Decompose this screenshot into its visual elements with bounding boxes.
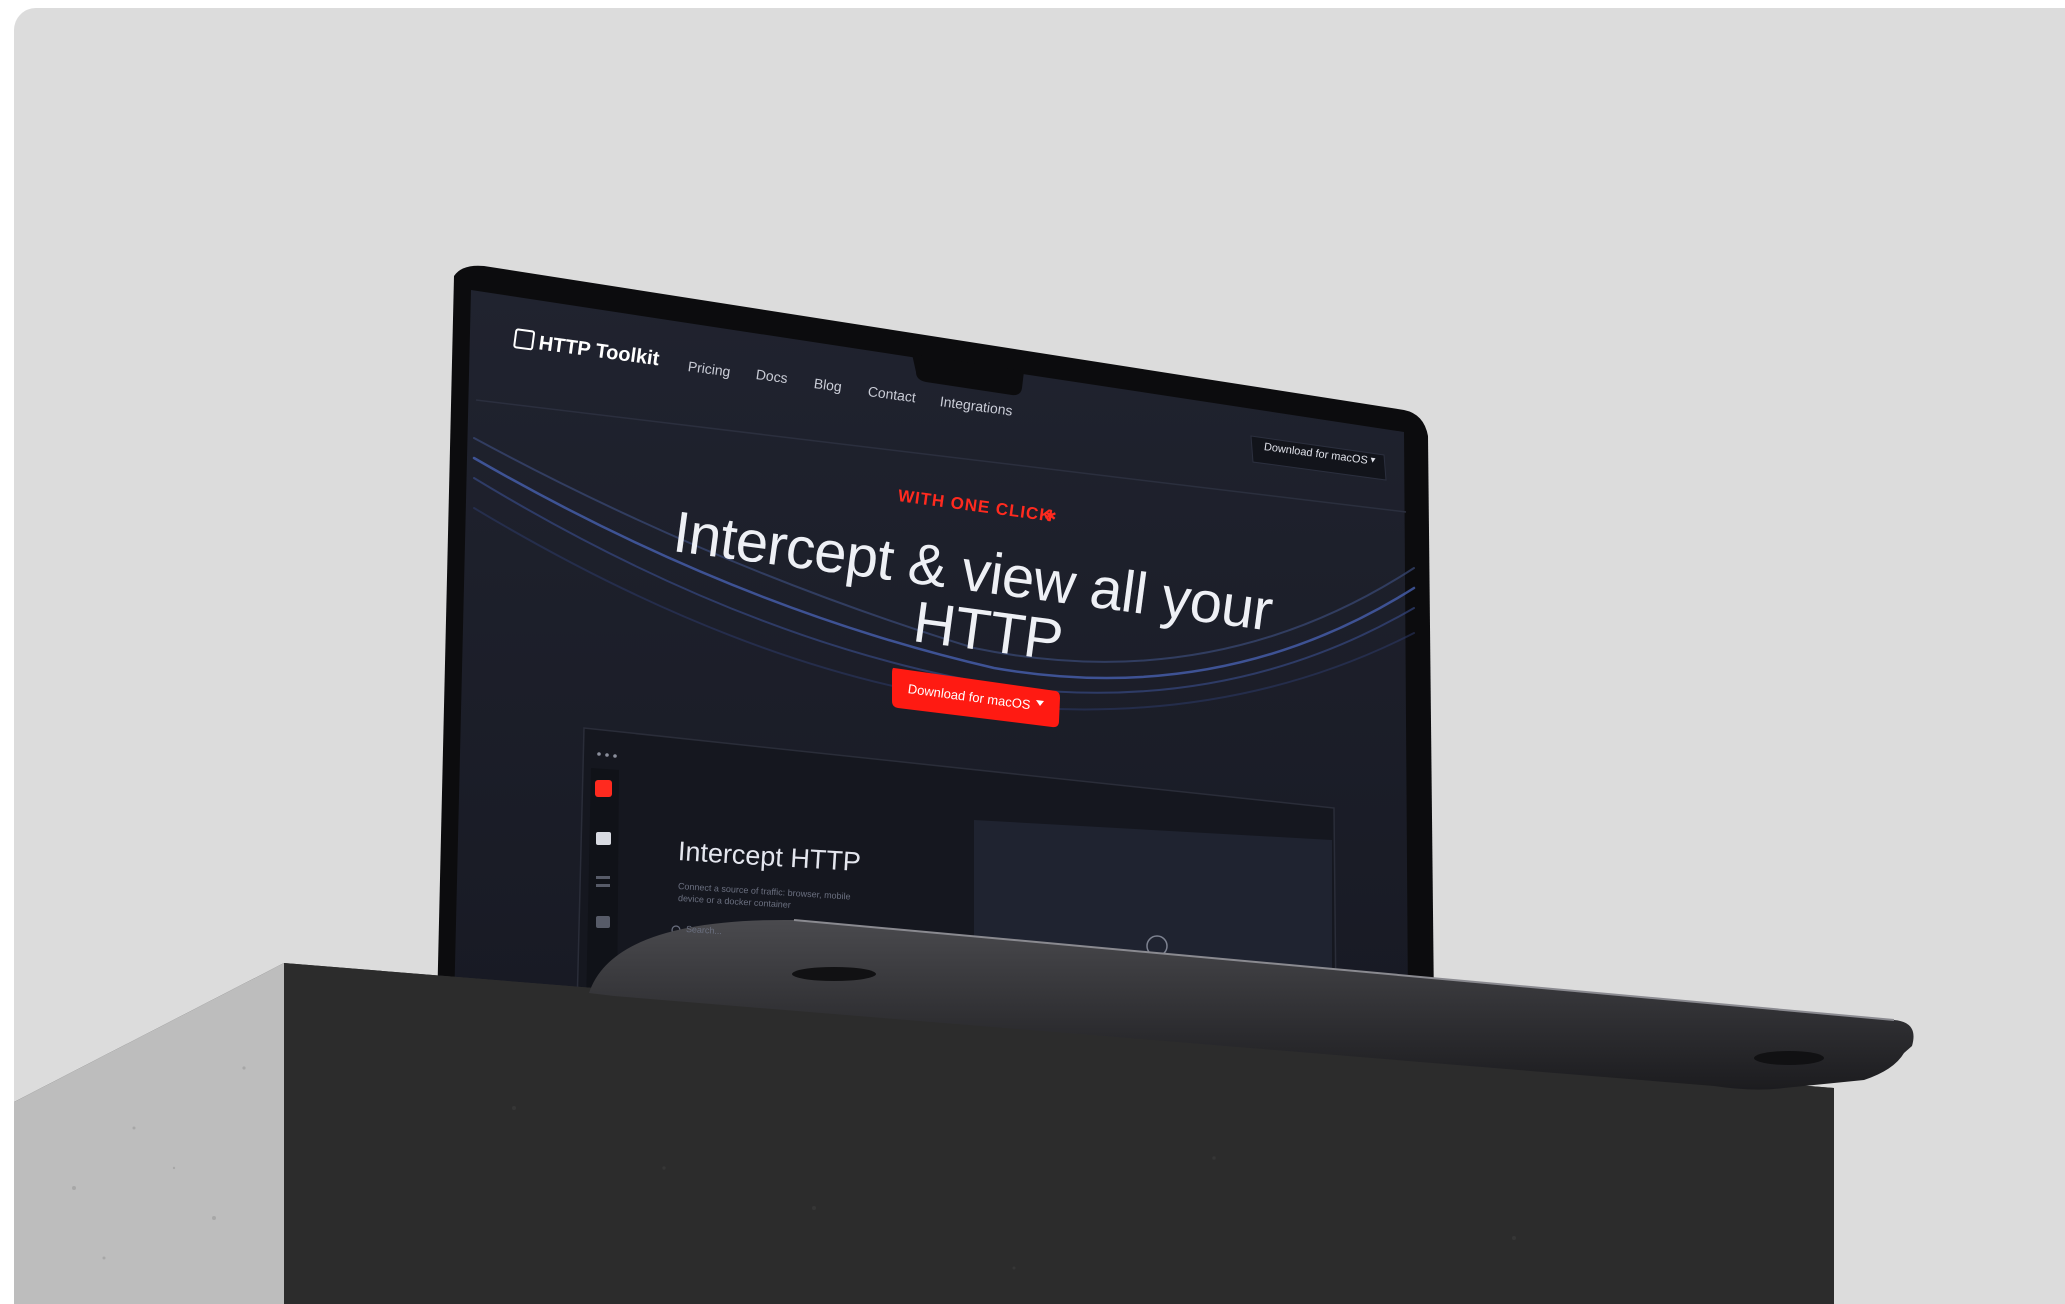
mockup-scene: HTTP Toolkit Pricing Docs Blog Contact I… [14, 8, 2065, 1304]
rubber-foot [1754, 1051, 1824, 1065]
app-logo-icon [595, 780, 612, 797]
intercept-nav-icon [596, 832, 611, 845]
rubber-foot [792, 967, 876, 981]
laptop-mockup [14, 265, 1914, 1304]
